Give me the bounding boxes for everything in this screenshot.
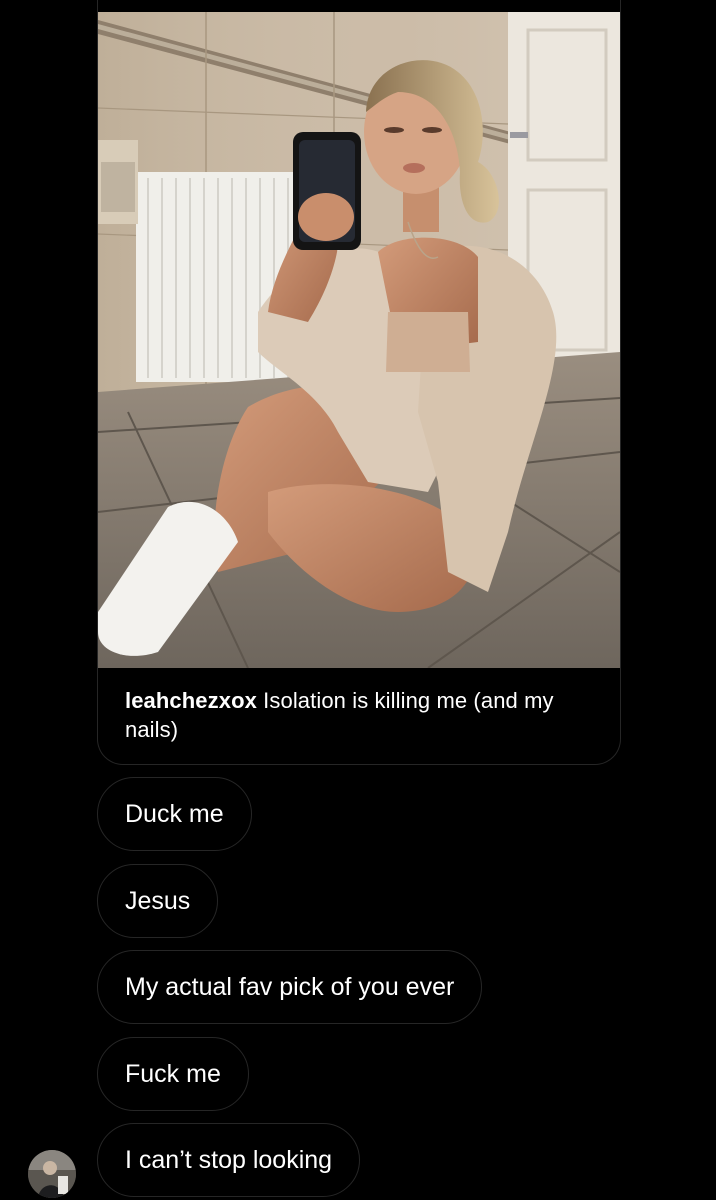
message-text: Duck me xyxy=(125,799,224,828)
shared-post-caption: leahchezxox Isolation is killing me (and… xyxy=(125,686,575,744)
shared-post-header xyxy=(98,0,620,12)
message-thread: leahchezxox Isolation is killing me (and… xyxy=(0,0,716,1200)
message-text: I can’t stop looking xyxy=(125,1145,333,1174)
shared-post-photo[interactable] xyxy=(98,12,620,668)
message-bubble[interactable]: My actual fav pick of you ever xyxy=(97,950,483,1024)
avatar-photo-icon xyxy=(28,1150,76,1198)
message-text: Jesus xyxy=(125,886,191,915)
message-bubble[interactable]: Jesus xyxy=(97,864,219,938)
message-text: Fuck me xyxy=(125,1059,221,1088)
message-bubble[interactable]: Duck me xyxy=(97,777,252,851)
shared-post-card[interactable]: leahchezxox Isolation is killing me (and… xyxy=(97,0,621,765)
profile-avatar[interactable] xyxy=(28,1150,76,1198)
shared-post-username[interactable]: leahchezxox xyxy=(125,688,257,713)
message-bubble[interactable]: I can’t stop looking xyxy=(97,1123,361,1197)
bathroom-selfie-image xyxy=(98,12,620,668)
message-bubble[interactable]: Fuck me xyxy=(97,1037,249,1111)
message-text: My actual fav pick of you ever xyxy=(125,972,455,1001)
